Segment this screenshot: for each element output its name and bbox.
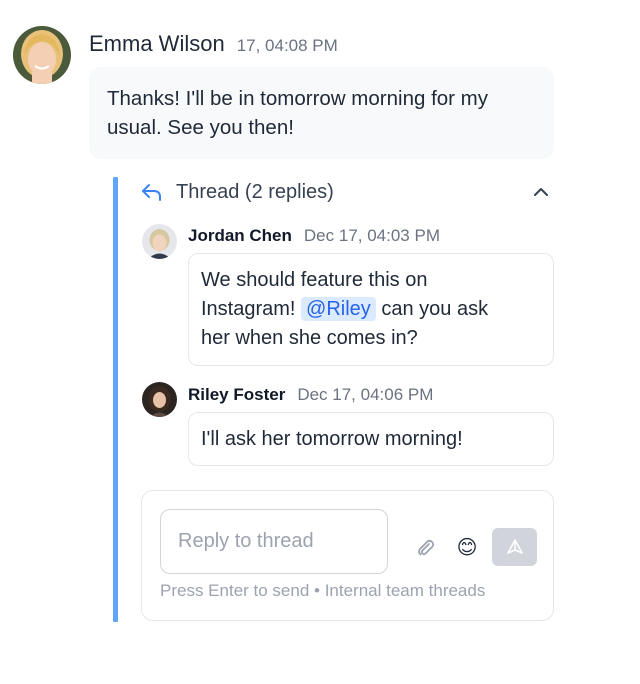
- smiley-emoji-icon[interactable]: 😊: [454, 535, 480, 561]
- composer-hint: Press Enter to send • Internal team thre…: [160, 581, 486, 600]
- user-mention[interactable]: @Riley: [301, 297, 376, 321]
- message-timestamp: 17, 04:08 PM: [236, 36, 338, 55]
- message-text-line: usual. See you then!: [107, 116, 294, 139]
- reply-author[interactable]: Riley Foster: [188, 385, 285, 405]
- main-message-header: Emma Wilson 17, 04:08 PM: [89, 31, 338, 57]
- chevron-up-icon[interactable]: [530, 181, 552, 203]
- reply-bubble: I'll ask her tomorrow morning!: [188, 412, 554, 466]
- reply-text-segment: can you ask: [381, 298, 489, 320]
- message-text-line: Thanks! I'll be in tomorrow morning for …: [107, 87, 489, 110]
- thread-title: Thread (2 replies): [176, 180, 334, 203]
- thread-reply-composer: 😊 Press Enter to send • Internal team th…: [141, 490, 554, 621]
- author-name[interactable]: Emma Wilson: [89, 31, 225, 57]
- reply-author[interactable]: Jordan Chen: [188, 226, 292, 246]
- reply-text-line: We should feature this on: [201, 269, 428, 291]
- reply-text-line: Instagram! @Riley can you ask: [201, 295, 541, 324]
- thread-header[interactable]: Thread (2 replies): [140, 178, 554, 206]
- reply-header: Riley Foster Dec 17, 04:06 PM: [188, 385, 433, 405]
- reply-text-line: I'll ask her tomorrow morning!: [201, 428, 463, 450]
- reply-input[interactable]: [160, 509, 388, 574]
- jordan-chen-avatar[interactable]: [142, 224, 177, 259]
- paperclip-icon[interactable]: [412, 535, 438, 561]
- reply-timestamp: Dec 17, 04:03 PM: [303, 226, 440, 245]
- riley-foster-avatar[interactable]: [142, 382, 177, 417]
- main-message-bubble: Thanks! I'll be in tomorrow morning for …: [89, 67, 554, 159]
- reply-timestamp: Dec 17, 04:06 PM: [297, 385, 434, 404]
- reply-header: Jordan Chen Dec 17, 04:03 PM: [188, 226, 440, 246]
- emma-wilson-avatar[interactable]: [13, 26, 71, 84]
- reply-text-line: her when she comes in?: [201, 327, 418, 349]
- send-icon: [506, 539, 523, 554]
- thread-accent-bar: [113, 177, 118, 622]
- reply-text-segment: Instagram!: [201, 298, 296, 320]
- reply-bubble: We should feature this on Instagram! @Ri…: [188, 253, 554, 366]
- send-button[interactable]: [492, 528, 537, 566]
- reply-arrow-icon: [140, 181, 166, 203]
